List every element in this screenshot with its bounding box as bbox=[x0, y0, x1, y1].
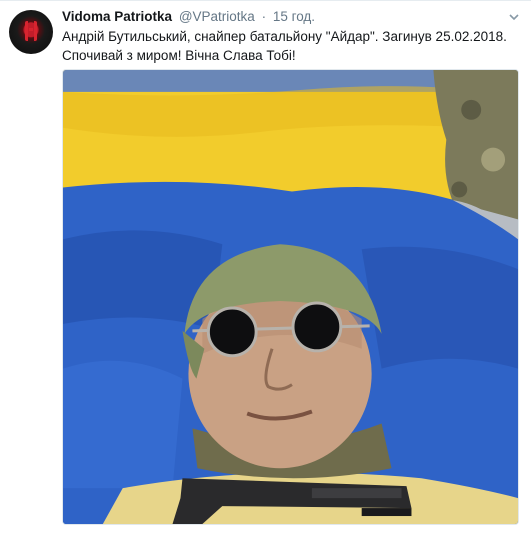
tweet-text-line-2: Спочивай з миром! Вічна Слава Тобі! bbox=[62, 48, 296, 63]
tweet-card[interactable]: Vidoma Patriotka @VPatriotka · 15 год. А… bbox=[0, 0, 531, 534]
tweet-header: Vidoma Patriotka @VPatriotka · 15 год. bbox=[62, 8, 315, 26]
left-lens bbox=[206, 306, 258, 358]
tweet-text: Андрій Бутильський, снайпер батальйону "… bbox=[62, 27, 522, 65]
right-lens bbox=[291, 301, 343, 353]
photo-illustration bbox=[63, 70, 518, 524]
tweet-photo[interactable] bbox=[62, 69, 519, 525]
display-name[interactable]: Vidoma Patriotka bbox=[62, 9, 172, 24]
separator-dot: · bbox=[261, 9, 267, 24]
user-handle[interactable]: @VPatriotka bbox=[179, 9, 255, 24]
chevron-down-icon[interactable] bbox=[509, 12, 519, 22]
tweet-text-line-1: Андрій Бутильський, снайпер батальйону "… bbox=[62, 29, 507, 44]
avatar[interactable] bbox=[9, 10, 53, 54]
tweet-timestamp[interactable]: 15 год. bbox=[273, 9, 315, 24]
avatar-logo-icon bbox=[25, 21, 37, 41]
